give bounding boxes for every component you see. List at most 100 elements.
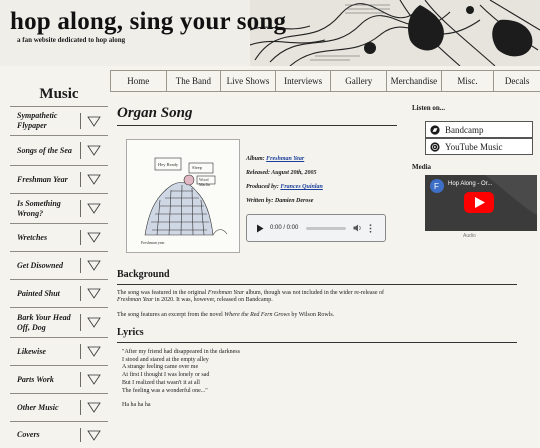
sidebar-divider xyxy=(80,372,81,387)
listen-on-heading: Listen on... xyxy=(412,104,446,112)
chevron-down-icon[interactable] xyxy=(87,288,101,299)
chevron-down-icon[interactable] xyxy=(87,203,101,214)
sidebar-divider xyxy=(80,142,81,159)
sidebar-item-wretches[interactable]: Wretches xyxy=(10,223,108,251)
sidebar-item-label: Get Disowned xyxy=(17,260,63,270)
sidebar-divider xyxy=(80,314,81,331)
written-label: Written by: xyxy=(246,198,274,204)
text-segment: album, though was not included in the wi… xyxy=(244,290,385,296)
sidebar-item-bark-your-head-off-dog[interactable]: Bark Your Head Off, Dog xyxy=(10,307,108,337)
sidebar-item-label: Freshman Year xyxy=(17,174,68,184)
lyric-line: A strange feeling came over me xyxy=(122,364,199,371)
sidebar-item-label: Covers xyxy=(17,430,40,439)
play-icon[interactable] xyxy=(256,224,264,233)
sidebar-item-label: Wretches xyxy=(17,232,48,242)
nav-merchandise[interactable]: Merchandise xyxy=(387,71,442,91)
background-paragraph-1: The song was featured in the original Fr… xyxy=(117,290,407,304)
nav-misc[interactable]: Misc. xyxy=(441,71,495,91)
chevron-down-icon[interactable] xyxy=(87,317,101,328)
sidebar-item-freshman-year[interactable]: Freshman Year xyxy=(10,165,108,193)
writer-info: Written by: Damien Derose xyxy=(246,198,313,204)
sidebar-item-songs-of-the-sea[interactable]: Songs of the Sea xyxy=(10,135,108,165)
sidebar-divider xyxy=(80,200,81,217)
site-tagline: a fan website dedicated to hop along xyxy=(17,36,126,44)
chevron-down-icon[interactable] xyxy=(87,346,101,357)
site-title[interactable]: hop along, sing your song xyxy=(10,8,286,36)
chevron-down-icon[interactable] xyxy=(87,402,101,413)
sidebar-item-label: Other Music xyxy=(17,402,59,412)
producer-link[interactable]: Frances Quinlan xyxy=(280,184,323,190)
volume-icon[interactable] xyxy=(353,224,362,232)
sidebar-heading: Music xyxy=(39,86,79,102)
more-options-icon[interactable] xyxy=(369,223,372,233)
sidebar-item-other-music[interactable]: Other Music xyxy=(10,393,108,421)
youtube-music-icon xyxy=(430,141,440,152)
lyric-line xyxy=(122,395,240,402)
sidebar-item-likewise[interactable]: Likewise xyxy=(10,337,108,365)
album-info: Album: Freshman Year xyxy=(246,156,304,162)
page-title: Organ Song xyxy=(117,105,193,121)
sidebar-divider xyxy=(80,428,81,442)
chevron-down-icon[interactable] xyxy=(87,374,101,385)
album-emphasis: Freshman Year xyxy=(207,290,245,296)
chevron-down-icon[interactable] xyxy=(87,116,101,127)
background-heading: Background xyxy=(117,269,170,280)
top-navigation: Home The Band Live Shows Interviews Gall… xyxy=(110,70,540,92)
album-cover: Hey Ready Sleep Wood Marlin Freshman yea… xyxy=(126,139,240,253)
bandcamp-button[interactable]: Bandcamp xyxy=(425,121,533,138)
lyric-line: "After my friend had disappeared in the … xyxy=(122,349,240,355)
bandcamp-icon xyxy=(430,124,440,135)
media-heading: Media xyxy=(412,163,432,171)
youtube-video-embed[interactable]: F Hop Along - Or... Audio xyxy=(425,175,537,239)
release-info: Released: August 20th, 2005 xyxy=(246,170,316,176)
audio-progress-bar[interactable] xyxy=(306,226,347,230)
site-header: hop along, sing your song a fan website … xyxy=(0,0,540,66)
bandcamp-label: Bandcamp xyxy=(445,124,484,135)
nav-interviews[interactable]: Interviews xyxy=(275,71,332,91)
nav-gallery[interactable]: Gallery xyxy=(331,71,388,91)
sidebar-item-label: Parts Work xyxy=(17,374,54,384)
sidebar-item-get-disowned[interactable]: Get Disowned xyxy=(10,251,108,279)
chevron-down-icon[interactable] xyxy=(87,145,101,156)
cover-sign-4: Marlin xyxy=(199,182,210,187)
sidebar-item-label: Bark Your Head Off, Dog xyxy=(17,312,71,332)
cover-sign-1: Hey Ready xyxy=(158,162,179,167)
sidebar-item-is-something-wrong[interactable]: Is Something Wrong? xyxy=(10,193,108,223)
chevron-down-icon[interactable] xyxy=(87,260,101,271)
background-divider xyxy=(117,284,517,285)
title-divider xyxy=(117,125,397,126)
sidebar-divider xyxy=(80,113,81,129)
chevron-down-icon[interactable] xyxy=(87,232,101,243)
chevron-down-icon[interactable] xyxy=(87,430,101,441)
sidebar-item-painted-shut[interactable]: Painted Shut xyxy=(10,279,108,307)
release-date: August 20th, 2005 xyxy=(271,170,317,176)
sidebar-divider xyxy=(80,286,81,301)
svg-text:F: F xyxy=(434,182,439,191)
video-subtitle: Audio xyxy=(463,233,476,239)
text-segment: by Wilson Rowls. xyxy=(289,312,335,318)
text-segment: The song was featured in the original xyxy=(117,290,208,296)
sidebar-divider xyxy=(80,344,81,359)
sidebar-item-sympathetic-flypaper[interactable]: Sympathetic Flypaper xyxy=(10,106,108,135)
sidebar-item-label: Painted Shut xyxy=(17,288,60,298)
nav-live-shows[interactable]: Live Shows xyxy=(221,71,276,91)
lyric-line: But I realized that wasn't it at all xyxy=(122,379,200,386)
sidebar-divider xyxy=(80,258,81,273)
album-link[interactable]: Freshman Year xyxy=(266,156,304,162)
sidebar-item-label: Is Something Wrong? xyxy=(17,198,61,218)
nav-home[interactable]: Home xyxy=(110,71,167,91)
released-label: Released: xyxy=(246,170,270,176)
nav-the-band[interactable]: The Band xyxy=(166,71,222,91)
lyric-line: The feeling was a wonderful one..." xyxy=(122,387,208,394)
youtube-music-button[interactable]: YouTube Music xyxy=(425,138,533,155)
sidebar-item-covers[interactable]: Covers xyxy=(10,421,108,448)
video-title: Hop Along - Or... xyxy=(448,181,493,187)
sidebar-item-parts-work[interactable]: Parts Work xyxy=(10,365,108,393)
sidebar-item-label: Sympathetic Flypaper xyxy=(17,111,58,130)
novel-title: Where the Red Fern Grows xyxy=(224,312,290,318)
chevron-down-icon[interactable] xyxy=(87,174,101,185)
album-emphasis: Freshman Year xyxy=(117,297,154,303)
youtube-music-label: YouTube Music xyxy=(445,141,503,152)
sidebar-divider xyxy=(80,172,81,187)
nav-decals[interactable]: Decals xyxy=(494,71,540,91)
